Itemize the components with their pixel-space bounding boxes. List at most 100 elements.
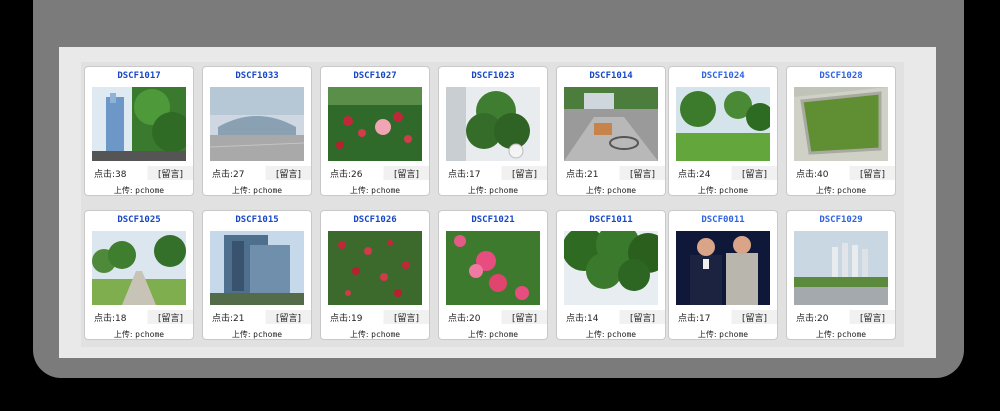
leave-message-link[interactable]: [留言] — [512, 311, 537, 324]
photo-thumbnail[interactable] — [210, 87, 304, 161]
uploader-name[interactable]: pchome — [489, 186, 518, 195]
photo-thumbnail[interactable] — [446, 231, 540, 305]
photo-grid: DSCF1017 点击:38 [留言] 上传: pchome DSCF1033 … — [81, 62, 904, 347]
uploader-info: 上传: pchome — [585, 330, 637, 339]
click-count: 27 — [233, 170, 245, 180]
uploader-name[interactable]: pchome — [837, 186, 866, 195]
leave-message-link[interactable]: [留言] — [394, 167, 419, 180]
photo-title-link[interactable]: DSCF1029 — [787, 215, 895, 225]
uploader-name[interactable]: pchome — [135, 330, 164, 339]
photo-card: DSCF1027 点击:26 [留言] 上传: pchome — [320, 66, 430, 196]
uploader-info: 上传: pchome — [349, 330, 401, 339]
photo-meta-bar: 点击:21 [留言] — [557, 166, 665, 180]
click-count: 21 — [233, 314, 245, 324]
photo-title-link[interactable]: DSCF1024 — [669, 71, 777, 81]
photo-meta-bar: 点击:20 [留言] — [787, 310, 895, 324]
uploader-info: 上传: pchome — [585, 186, 637, 195]
photo-thumbnail[interactable] — [328, 231, 422, 305]
photo-card: DSCF1015 点击:21 [留言] 上传: pchome — [202, 210, 312, 340]
leave-message-link[interactable]: [留言] — [158, 167, 183, 180]
photo-title-link[interactable]: DSCF1014 — [557, 71, 665, 81]
photo-card: DSCF1025 点击:18 [留言] 上传: pchome — [84, 210, 194, 340]
click-count: 17 — [469, 170, 481, 180]
leave-message-link[interactable]: [留言] — [742, 167, 767, 180]
photo-meta-bar: 点击:27 [留言] — [203, 166, 311, 180]
click-count: 20 — [469, 314, 481, 324]
photo-card: DSCF1023 点击:17 [留言] 上传: pchome — [438, 66, 548, 196]
photo-meta-bar: 点击:24 [留言] — [669, 166, 777, 180]
photo-thumbnail[interactable] — [564, 231, 658, 305]
click-count: 18 — [115, 314, 127, 324]
leave-message-link[interactable]: [留言] — [630, 311, 655, 324]
photo-card: DSCF1029 点击:20 [留言] 上传: pchome — [786, 210, 896, 340]
leave-message-link[interactable]: [留言] — [860, 167, 885, 180]
leave-message-link[interactable]: [留言] — [158, 311, 183, 324]
leave-message-link[interactable]: [留言] — [394, 311, 419, 324]
photo-thumbnail[interactable] — [564, 87, 658, 161]
uploader-info: 上传: pchome — [467, 186, 519, 195]
photo-title-link[interactable]: DSCF1033 — [203, 71, 311, 81]
uploader-name[interactable]: pchome — [135, 186, 164, 195]
uploader-name[interactable]: pchome — [253, 330, 282, 339]
leave-message-link[interactable]: [留言] — [276, 167, 301, 180]
uploader-name[interactable]: pchome — [253, 186, 282, 195]
photo-thumbnail[interactable] — [210, 231, 304, 305]
photo-meta-bar: 点击:38 [留言] — [85, 166, 193, 180]
photo-card: DSCF0011 点击:17 [留言] 上传: pchome — [668, 210, 778, 340]
photo-card: DSCF1011 点击:14 [留言] 上传: pchome — [556, 210, 666, 340]
photo-card: DSCF1014 点击:21 [留言] 上传: pchome — [556, 66, 666, 196]
photo-title-link[interactable]: DSCF1017 — [85, 71, 193, 81]
photo-thumbnail[interactable] — [794, 231, 888, 305]
photo-title-link[interactable]: DSCF1025 — [85, 215, 193, 225]
uploader-info: 上传: pchome — [349, 186, 401, 195]
photo-title-link[interactable]: DSCF1028 — [787, 71, 895, 81]
leave-message-link[interactable]: [留言] — [860, 311, 885, 324]
leave-message-link[interactable]: [留言] — [630, 167, 655, 180]
photo-meta-bar: 点击:21 [留言] — [203, 310, 311, 324]
photo-thumbnail[interactable] — [676, 231, 770, 305]
photo-thumbnail[interactable] — [92, 87, 186, 161]
photo-card: DSCF1028 点击:40 [留言] 上传: pchome — [786, 66, 896, 196]
photo-meta-bar: 点击:17 [留言] — [669, 310, 777, 324]
photo-card: DSCF1024 点击:24 [留言] 上传: pchome — [668, 66, 778, 196]
photo-thumbnail[interactable] — [446, 87, 540, 161]
photo-thumbnail[interactable] — [676, 87, 770, 161]
uploader-name[interactable]: pchome — [719, 186, 748, 195]
photo-thumbnail[interactable] — [794, 87, 888, 161]
uploader-info: 上传: pchome — [815, 186, 867, 195]
photo-meta-bar: 点击:20 [留言] — [439, 310, 547, 324]
uploader-info: 上传: pchome — [467, 330, 519, 339]
photo-title-link[interactable]: DSCF1011 — [557, 215, 665, 225]
uploader-info: 上传: pchome — [113, 330, 165, 339]
uploader-name[interactable]: pchome — [489, 330, 518, 339]
uploader-info: 上传: pchome — [697, 186, 749, 195]
click-count: 26 — [351, 170, 363, 180]
photo-meta-bar: 点击:40 [留言] — [787, 166, 895, 180]
photo-title-link[interactable]: DSCF0011 — [669, 215, 777, 225]
photo-meta-bar: 点击:17 [留言] — [439, 166, 547, 180]
photo-title-link[interactable]: DSCF1027 — [321, 71, 429, 81]
click-count: 38 — [115, 170, 127, 180]
photo-thumbnail[interactable] — [92, 231, 186, 305]
photo-meta-bar: 点击:14 [留言] — [557, 310, 665, 324]
photo-meta-bar: 点击:19 [留言] — [321, 310, 429, 324]
leave-message-link[interactable]: [留言] — [742, 311, 767, 324]
uploader-name[interactable]: pchome — [371, 330, 400, 339]
photo-title-link[interactable]: DSCF1026 — [321, 215, 429, 225]
photo-title-link[interactable]: DSCF1023 — [439, 71, 547, 81]
uploader-name[interactable]: pchome — [371, 186, 400, 195]
leave-message-link[interactable]: [留言] — [512, 167, 537, 180]
uploader-name[interactable]: pchome — [607, 330, 636, 339]
photo-meta-bar: 点击:18 [留言] — [85, 310, 193, 324]
uploader-name[interactable]: pchome — [719, 330, 748, 339]
uploader-name[interactable]: pchome — [607, 186, 636, 195]
photo-title-link[interactable]: DSCF1021 — [439, 215, 547, 225]
photo-thumbnail[interactable] — [328, 87, 422, 161]
uploader-name[interactable]: pchome — [837, 330, 866, 339]
uploader-info: 上传: pchome — [231, 186, 283, 195]
uploader-info: 上传: pchome — [697, 330, 749, 339]
photo-meta-bar: 点击:26 [留言] — [321, 166, 429, 180]
uploader-info: 上传: pchome — [113, 186, 165, 195]
photo-title-link[interactable]: DSCF1015 — [203, 215, 311, 225]
leave-message-link[interactable]: [留言] — [276, 311, 301, 324]
